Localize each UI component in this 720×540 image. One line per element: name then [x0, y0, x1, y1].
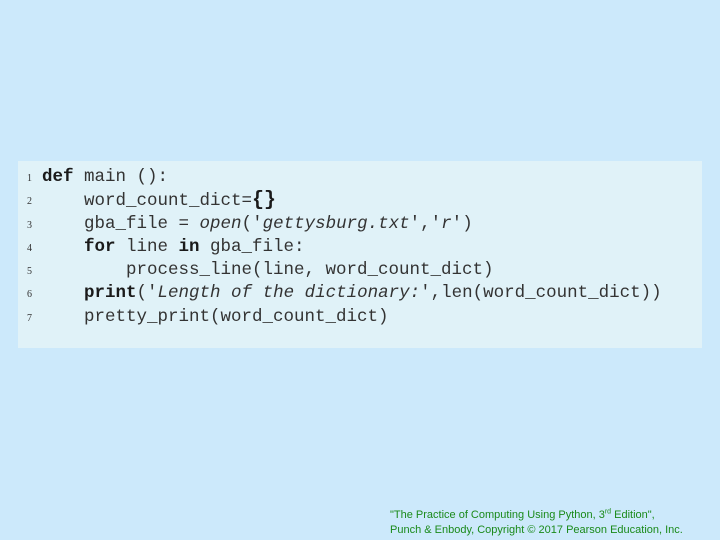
- code-punct: ': [147, 283, 158, 304]
- code-punct: ': [430, 213, 442, 234]
- footer-line-2: Punch & Enbody, Copyright © 2017 Pearson…: [390, 524, 683, 536]
- footer-line-1: "The Practice of Computing Using Python,…: [390, 508, 683, 523]
- code-text: print('Length of the dictionary:',len(wo…: [42, 282, 662, 305]
- footer-text: Edition",: [611, 509, 655, 521]
- code-text: word_count_dict={}: [42, 189, 276, 213]
- code-punct: (: [241, 213, 253, 234]
- code-punct: ,: [420, 213, 431, 234]
- code-punct: ': [252, 213, 263, 234]
- line-number: 5: [27, 266, 32, 278]
- keyword-def: def: [42, 167, 74, 187]
- code-punct: ': [409, 213, 421, 234]
- code-punct: ': [451, 213, 463, 234]
- code-punct: ): [462, 213, 473, 234]
- footer-text: "The Practice of Computing Using Python,…: [390, 509, 605, 521]
- code-segment: word_count_dict=: [84, 191, 253, 212]
- string-literal: gettysburg.txt: [262, 213, 410, 234]
- code-segment: process_line(line, word_count_dict): [126, 260, 494, 281]
- code-segment: gba_file:: [199, 236, 305, 257]
- string-literal: r: [441, 213, 452, 234]
- code-punct: (: [136, 283, 148, 304]
- code-segment: pretty_print(word_count_dict): [84, 306, 389, 327]
- code-text: pretty_print(word_count_dict): [42, 306, 389, 329]
- line-number: 3: [27, 219, 32, 231]
- line-number: 1: [27, 173, 32, 184]
- code-segment: gba_file =: [84, 213, 200, 234]
- code-listing: 1 def main (): 2 word_count_dict={} 3 gb…: [18, 161, 702, 348]
- code-line-7: 7 pretty_print(word_count_dict): [18, 306, 702, 329]
- code-line-1: 1 def main ():: [18, 166, 702, 189]
- copyright-footer: "The Practice of Computing Using Python,…: [390, 508, 683, 538]
- code-line-4: 4 for line in gba_file:: [18, 236, 702, 259]
- keyword-print: print: [84, 283, 137, 304]
- code-segment: line: [115, 236, 179, 257]
- code-text: for line in gba_file:: [42, 236, 305, 259]
- line-number: 7: [27, 312, 32, 324]
- code-punct: ': [420, 283, 431, 304]
- code-line-5: 5 process_line(line, word_count_dict): [18, 259, 702, 282]
- code-line-2: 2 word_count_dict={}: [18, 189, 702, 212]
- code-line-3: 3 gba_file = open('gettysburg.txt','r'): [18, 213, 702, 236]
- keyword-for: for: [84, 236, 116, 257]
- line-number: 6: [27, 289, 32, 301]
- line-number: 2: [27, 196, 32, 208]
- code-segment: main ():: [73, 167, 169, 187]
- code-line-6: 6 print('Length of the dictionary:',len(…: [18, 282, 702, 305]
- line-number: 4: [27, 242, 32, 254]
- builtin-open: open: [199, 213, 242, 234]
- code-text: gba_file = open('gettysburg.txt','r'): [42, 213, 473, 236]
- code-segment: ,len(word_count_dict)): [430, 283, 662, 304]
- keyword-in: in: [178, 236, 200, 257]
- code-text: process_line(line, word_count_dict): [42, 259, 494, 282]
- code-text: def main ():: [42, 166, 168, 189]
- string-literal: Length of the dictionary:: [157, 283, 421, 304]
- dict-braces: {}: [252, 189, 277, 213]
